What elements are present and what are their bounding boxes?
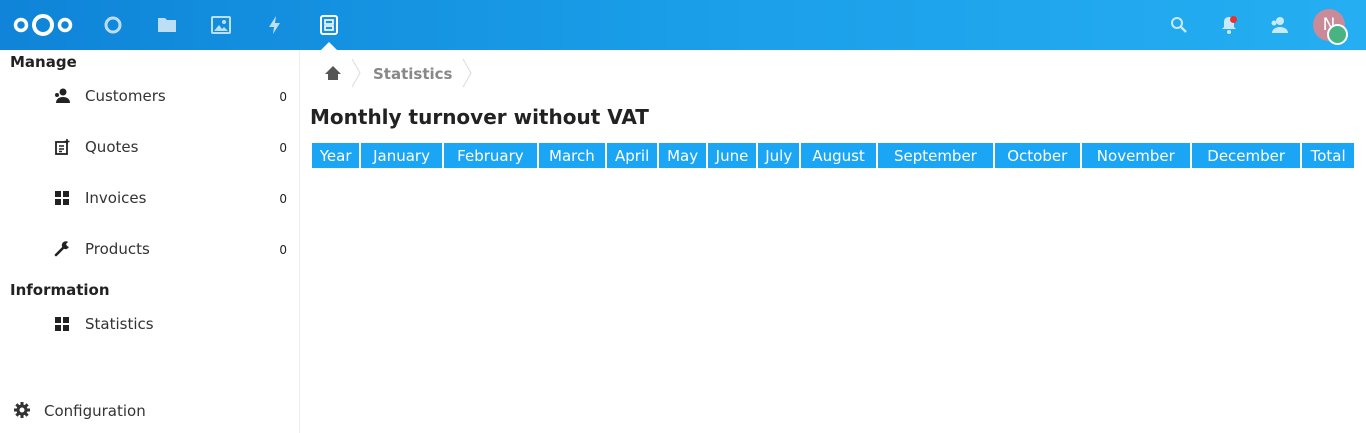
customers-count: 0 [279,90,287,104]
files-app-icon[interactable] [155,13,179,37]
sidebar-item-products[interactable]: Products 0 [0,227,299,271]
configuration-label: Configuration [44,402,146,420]
top-header: N [0,0,1366,50]
column-header-november: November [1081,143,1191,168]
column-header-may: May [659,143,706,168]
breadcrumb-statistics[interactable]: Statistics [373,65,452,83]
sidebar-item-label: Invoices [85,189,147,207]
active-app-indicator [321,42,337,50]
nextcloud-logo[interactable] [12,11,74,39]
column-header-april: April [606,143,658,168]
column-header-march: March [539,143,605,168]
user-status-indicator [1327,24,1348,45]
column-header-year: Year [312,143,360,168]
quotes-count: 0 [279,141,287,155]
column-header-september: September [877,143,993,168]
sidebar-item-label: Customers [85,87,166,105]
column-header-august: August [801,143,876,168]
column-header-october: October [994,143,1080,168]
column-header-december: December [1192,143,1301,168]
search-icon[interactable] [1167,13,1191,37]
page-title: Monthly turnover without VAT [310,105,649,129]
invoices-count: 0 [279,192,287,206]
contacts-menu-icon[interactable] [1267,13,1291,37]
column-header-june: June [707,143,757,168]
activity-app-icon[interactable] [263,13,287,37]
sidebar-item-customers[interactable]: Customers 0 [0,74,299,118]
accounting-app-icon[interactable] [317,13,341,37]
table-header-row: Year January February March April May Ju… [312,143,1354,168]
sidebar-item-label: Quotes [85,138,139,156]
dashboard-app-icon[interactable] [101,13,125,37]
grid-icon [55,317,69,331]
customers-icon [55,88,70,103]
sidebar-item-quotes[interactable]: Quotes 0 [0,125,299,169]
breadcrumb-separator [351,58,361,88]
notification-badge [1230,16,1237,23]
sidebar-item-label: Statistics [85,315,154,333]
sidebar-item-invoices[interactable]: Invoices 0 [0,176,299,220]
column-header-february: February [443,143,538,168]
quote-icon [55,139,70,155]
products-count: 0 [279,243,287,257]
sidebar-item-label: Products [85,240,150,258]
column-header-july: July [758,143,800,168]
column-header-january: January [361,143,442,168]
app-navigation: Manage Customers 0 Quotes 0 Invoices 0 P… [0,50,300,433]
photos-app-icon[interactable] [209,13,233,37]
app-content: Statistics Monthly turnover without VAT … [300,50,1366,433]
manage-section-title: Manage [10,53,77,71]
monthly-turnover-table: Year January February March April May Ju… [310,143,1356,168]
configuration-button[interactable]: Configuration [0,394,299,428]
information-section-title: Information [10,281,110,299]
column-header-total: Total [1302,143,1354,168]
gear-icon [14,402,30,418]
sidebar-item-statistics[interactable]: Statistics [0,302,299,346]
notifications-bell-icon[interactable] [1217,13,1241,37]
wrench-icon [54,241,69,257]
breadcrumb-separator [462,58,472,88]
grid-icon [55,191,69,205]
home-icon[interactable] [324,64,342,82]
